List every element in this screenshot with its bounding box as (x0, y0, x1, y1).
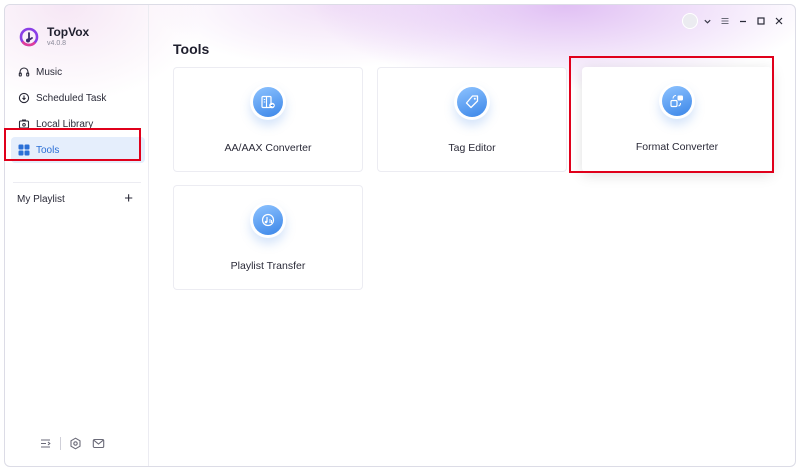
avatar[interactable] (682, 13, 698, 29)
window-controls (682, 13, 785, 29)
sidebar-footer (39, 437, 105, 450)
tag-icon (457, 87, 487, 117)
tool-card-playlist-transfer[interactable]: Playlist Transfer (173, 185, 363, 290)
settings-icon[interactable] (69, 437, 82, 450)
maximize-icon[interactable] (755, 15, 767, 27)
chevron-down-icon[interactable] (701, 15, 713, 27)
footer-divider (60, 437, 61, 450)
annotation-box-tools (4, 128, 141, 161)
tool-card-tag-editor[interactable]: Tag Editor (377, 67, 567, 172)
collapse-sidebar-icon[interactable] (39, 437, 52, 450)
mail-icon[interactable] (92, 437, 105, 450)
sidebar-item-label: Scheduled Task (36, 92, 107, 104)
page-title: Tools (173, 41, 210, 57)
app-logo: TopVox v4.0.8 (19, 25, 89, 49)
tool-card-aa-aax-converter[interactable]: AA/AAX Converter (173, 67, 363, 172)
topvox-logo-icon (19, 27, 39, 47)
sidebar-item-label: Music (36, 66, 63, 78)
tool-card-label: Tag Editor (448, 142, 496, 154)
app-version: v4.0.8 (47, 40, 67, 47)
clock-download-icon (18, 92, 30, 104)
music-transfer-icon (253, 205, 283, 235)
sidebar-divider (13, 182, 141, 183)
headphones-icon (18, 66, 30, 78)
minimize-icon[interactable] (737, 15, 749, 27)
menu-icon[interactable] (719, 15, 731, 27)
my-playlist-label: My Playlist (17, 193, 65, 205)
tool-card-label: AA/AAX Converter (224, 142, 312, 154)
annotation-box-format-converter (569, 56, 774, 173)
app-name: TopVox (47, 25, 90, 39)
my-playlist-row[interactable]: My Playlist + (17, 191, 133, 206)
sidebar-item-scheduled-task[interactable]: Scheduled Task (11, 85, 145, 111)
sidebar: TopVox v4.0.8 Music Scheduled Task Local… (5, 5, 149, 466)
sidebar-item-music[interactable]: Music (11, 59, 145, 85)
book-convert-icon (253, 87, 283, 117)
add-playlist-button[interactable]: + (124, 191, 133, 206)
close-icon[interactable] (773, 15, 785, 27)
tool-card-label: Playlist Transfer (230, 260, 306, 272)
